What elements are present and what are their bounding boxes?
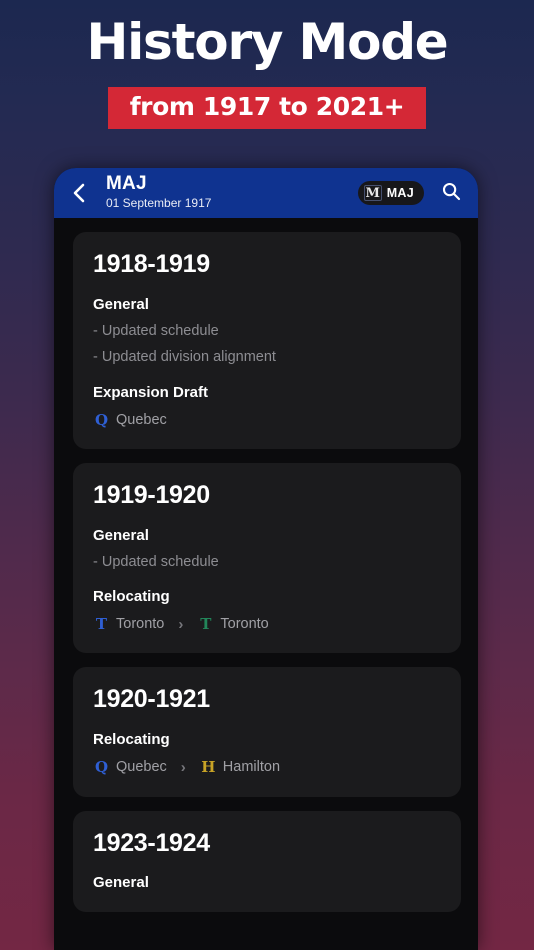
section-bullet: - Updated schedule <box>93 553 219 570</box>
card-section: Expansion Draft Q Quebec <box>93 384 441 429</box>
team-row: T Toronto › T Toronto <box>93 616 441 633</box>
section-title: Relocating <box>93 731 170 749</box>
section-title: Expansion Draft <box>93 383 209 401</box>
team-entry[interactable]: H Hamilton <box>200 759 280 776</box>
chevron-left-icon <box>71 182 87 204</box>
section-title: General <box>93 874 149 892</box>
chevron-right-icon: › <box>180 759 186 777</box>
promo-title: History Mode <box>86 13 448 71</box>
team-name: Quebec <box>116 411 167 428</box>
team-logo-icon: Q <box>94 410 109 429</box>
season-title: 1919-1920 <box>93 480 210 509</box>
section-bullet: - Updated division alignment <box>93 349 276 366</box>
team-entry[interactable]: Q Quebec <box>93 412 167 429</box>
team-name: Toronto <box>116 616 165 633</box>
team-logo-icon: Q <box>94 758 109 777</box>
team-logo-icon: T <box>95 615 108 634</box>
current-date: 01 September 1917 <box>106 196 212 211</box>
page-title: MAJ <box>106 173 147 195</box>
app-bar: MAJ 01 September 1917 M MAJ <box>54 168 478 218</box>
back-button[interactable] <box>66 180 92 206</box>
card-section: General - Updated schedule <box>93 527 441 571</box>
history-card[interactable]: 1918-1919 General - Updated schedule - U… <box>73 232 461 449</box>
team-logo-icon: H <box>201 758 216 777</box>
search-button[interactable] <box>438 180 464 206</box>
promo-header: History Mode from 1917 to 2021+ <box>0 0 534 160</box>
section-bullet: - Updated schedule <box>93 322 219 339</box>
team-entry[interactable]: T Toronto <box>197 616 268 633</box>
active-team-label: MAJ <box>386 186 414 200</box>
team-row: Q Quebec <box>93 412 441 429</box>
team-name: Toronto <box>220 616 269 633</box>
season-title: 1918-1919 <box>93 250 210 278</box>
card-section: General - Updated schedule - Updated div… <box>93 296 441 367</box>
history-card[interactable]: 1919-1920 General - Updated schedule Rel… <box>73 462 461 654</box>
card-section: General <box>93 874 441 892</box>
team-logo-icon: M <box>363 185 382 201</box>
team-logo-icon: T <box>200 615 212 634</box>
team-name: Quebec <box>116 759 167 776</box>
search-icon <box>441 181 461 206</box>
team-row: Q Quebec › H Hamilton <box>93 759 441 776</box>
section-title: General <box>93 295 149 313</box>
phone-frame: MAJ 01 September 1917 M MAJ 1918-1919 Ge… <box>54 168 478 950</box>
promo-banner: from 1917 to 2021+ <box>107 87 427 129</box>
team-entry[interactable]: Q Quebec <box>93 759 167 776</box>
chevron-right-icon: › <box>178 616 184 634</box>
team-entry[interactable]: T Toronto <box>93 616 164 633</box>
team-name: Hamilton <box>222 759 281 776</box>
section-title: General <box>93 526 149 544</box>
section-title: Relocating <box>93 588 170 606</box>
season-title: 1923-1924 <box>93 828 210 857</box>
active-team-badge[interactable]: M MAJ <box>357 181 424 205</box>
card-section: Relocating Q Quebec › H Hamilton <box>93 731 441 776</box>
history-list[interactable]: 1918-1919 General - Updated schedule - U… <box>54 218 478 950</box>
history-card[interactable]: 1923-1924 General <box>73 810 461 913</box>
history-card[interactable]: 1920-1921 Relocating Q Quebec › H Hamilt… <box>73 667 461 797</box>
app-bar-titles: MAJ 01 September 1917 <box>106 173 358 211</box>
season-title: 1920-1921 <box>93 685 210 714</box>
card-section: Relocating T Toronto › T Toronto <box>93 588 441 633</box>
